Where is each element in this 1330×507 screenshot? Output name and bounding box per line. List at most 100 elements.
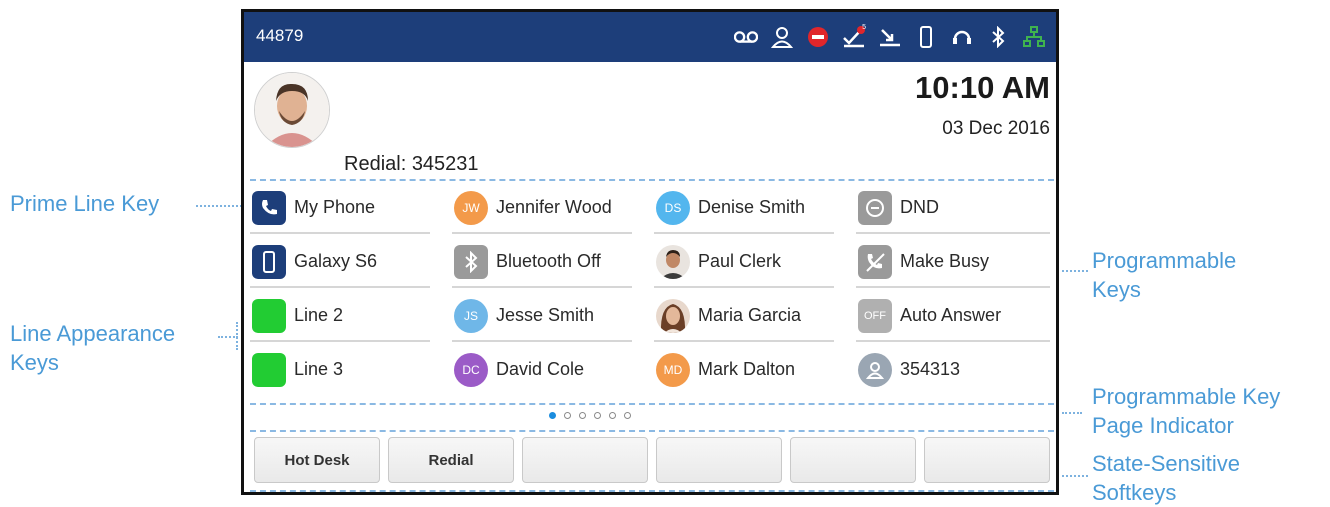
leader-prime-line <box>196 205 242 207</box>
page-indicator[interactable] <box>244 408 1056 422</box>
key-divider <box>452 286 632 288</box>
key-divider <box>654 286 834 288</box>
clock-date: 03 Dec 2016 <box>942 118 1050 139</box>
annotation-softkeys-1: State-Sensitive <box>1092 451 1240 476</box>
page-dot-current[interactable] <box>549 411 556 419</box>
bluetooth-icon <box>454 245 488 279</box>
key-divider <box>856 340 1050 342</box>
programmable-key-denise-smith[interactable]: DS Denise Smith <box>654 181 834 234</box>
line-status-icon <box>252 353 286 387</box>
page-dot[interactable] <box>594 411 601 419</box>
programmable-key-maria-garcia[interactable]: Maria Garcia <box>654 289 834 342</box>
programmable-key-david-cole[interactable]: DC David Cole <box>452 343 632 396</box>
key-label: Maria Garcia <box>698 305 802 325</box>
dnd-icon <box>858 191 892 225</box>
key-label: David Cole <box>496 359 585 379</box>
dnd-icon[interactable] <box>806 25 830 49</box>
key-divider <box>452 232 632 234</box>
line-key-galaxy-s6[interactable]: Galaxy S6 <box>250 235 430 288</box>
contact-initials-avatar: MD <box>656 353 690 387</box>
status-bar: 44879 5 <box>244 12 1056 62</box>
contact-photo-icon <box>656 245 690 279</box>
programmable-key-bluetooth-off[interactable]: Bluetooth Off <box>452 235 632 288</box>
key-label: Galaxy S6 <box>294 251 378 271</box>
key-divider <box>250 232 430 234</box>
key-label: Jesse Smith <box>496 305 595 325</box>
mobile-icon <box>252 245 286 279</box>
key-divider <box>654 340 834 342</box>
key-label: DND <box>900 197 939 217</box>
redial-number[interactable]: Redial: 345231 <box>344 153 479 176</box>
key-label: Denise Smith <box>698 197 806 217</box>
key-label: Auto Answer <box>900 305 1002 325</box>
annotation-line-appearance-2: Keys <box>10 350 59 375</box>
softkey-empty-5[interactable] <box>790 437 916 483</box>
programmable-key-jesse-smith[interactable]: JS Jesse Smith <box>452 289 632 342</box>
key-divider <box>452 340 632 342</box>
line-appearance-key-line-3[interactable]: Line 3 <box>250 343 430 396</box>
softkey-redial[interactable]: Redial <box>388 437 514 483</box>
leader-softkeys <box>1062 475 1088 477</box>
programmable-key-mark-dalton[interactable]: MD Mark Dalton <box>654 343 834 396</box>
missed-calls-badge: 5 <box>862 24 866 31</box>
voicemail-icon[interactable] <box>734 25 758 49</box>
annotation-line-appearance-1: Line Appearance <box>10 321 176 346</box>
softkey-empty-4[interactable] <box>656 437 782 483</box>
missed-calls-icon[interactable]: 5 <box>842 24 866 49</box>
auto-answer-off-icon: OFF <box>858 299 892 333</box>
bluetooth-icon[interactable] <box>986 25 1010 49</box>
page-dot[interactable] <box>564 411 571 419</box>
page-dot[interactable] <box>579 411 586 419</box>
contact-photo-icon <box>656 299 690 333</box>
key-divider <box>654 232 834 234</box>
key-label: Paul Clerk <box>698 251 782 271</box>
headset-icon[interactable] <box>950 25 974 49</box>
annotation-page-indicator-2: Page Indicator <box>1092 413 1234 438</box>
phone-icon <box>252 191 286 225</box>
softkey-hot-desk[interactable]: Hot Desk <box>254 437 380 483</box>
page-dot[interactable] <box>624 411 631 419</box>
key-label: Line 2 <box>294 305 344 325</box>
programmable-key-354313[interactable]: 354313 <box>856 343 1050 396</box>
annotation-page-indicator-1: Programmable Key <box>1092 384 1281 409</box>
contact-initials-avatar: JS <box>454 299 488 333</box>
leader-line-appearance-h <box>218 336 238 338</box>
leader-page-indicator <box>1062 412 1082 414</box>
contact-initials-avatar: DC <box>454 353 488 387</box>
softkey-empty-6[interactable] <box>924 437 1050 483</box>
call-history-icon[interactable] <box>878 25 902 49</box>
programmable-key-jennifer-wood[interactable]: JW Jennifer Wood <box>452 181 632 234</box>
prime-line-key-my-phone[interactable]: My Phone <box>250 181 430 234</box>
programmable-key-make-busy[interactable]: Make Busy <box>856 235 1050 288</box>
key-divider <box>250 340 430 342</box>
annotation-programmable-keys-1: Programmable <box>1092 248 1237 273</box>
annotation-programmable-keys-2: Keys <box>1092 277 1141 302</box>
clock-time: 10:10 AM <box>915 70 1050 105</box>
key-divider <box>856 286 1050 288</box>
line-appearance-key-line-2[interactable]: Line 2 <box>250 289 430 342</box>
phone-screen: 44879 5 10:10 AM 03 Dec 2016 Redial: 345… <box>241 9 1059 495</box>
key-label: Mark Dalton <box>698 359 796 379</box>
make-busy-icon <box>858 245 892 279</box>
key-label: Jennifer Wood <box>496 197 612 217</box>
contact-initials-avatar: JW <box>454 191 488 225</box>
key-label: Line 3 <box>294 359 344 379</box>
user-avatar[interactable] <box>254 72 330 148</box>
programmable-key-dnd[interactable]: DND <box>856 181 1050 234</box>
mobile-icon[interactable] <box>914 25 938 49</box>
key-grid: My Phone Galaxy S6 Line 2 Line 3 JW Jenn… <box>250 179 1054 405</box>
extension-number: 44879 <box>256 26 304 45</box>
softkey-empty-3[interactable] <box>522 437 648 483</box>
leader-programmable-keys <box>1062 270 1088 272</box>
programmable-key-paul-clerk[interactable]: Paul Clerk <box>654 235 834 288</box>
key-label: Make Busy <box>900 251 990 271</box>
key-label: 354313 <box>900 359 961 379</box>
annotation-softkeys-2: Softkeys <box>1092 480 1177 505</box>
contact-icon[interactable] <box>770 25 794 49</box>
programmable-key-auto-answer[interactable]: OFF Auto Answer <box>856 289 1050 342</box>
annotation-prime-line-key: Prime Line Key <box>10 191 160 216</box>
status-icons: 5 <box>734 22 1046 52</box>
key-divider <box>856 232 1050 234</box>
network-icon[interactable] <box>1022 25 1046 49</box>
page-dot[interactable] <box>609 411 616 419</box>
